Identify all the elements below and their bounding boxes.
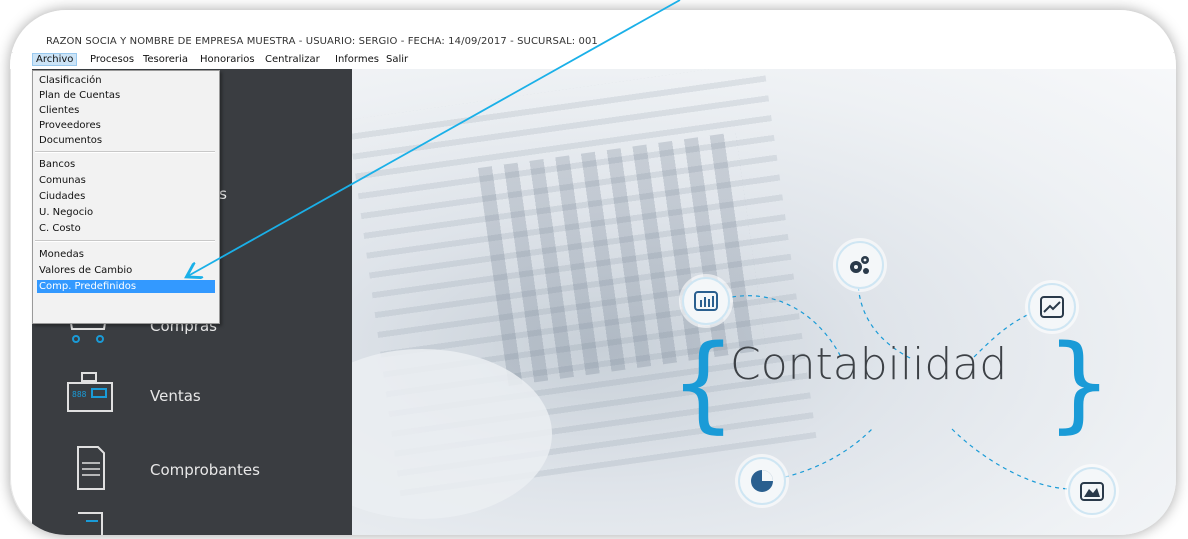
annotation-arrow xyxy=(0,0,681,539)
